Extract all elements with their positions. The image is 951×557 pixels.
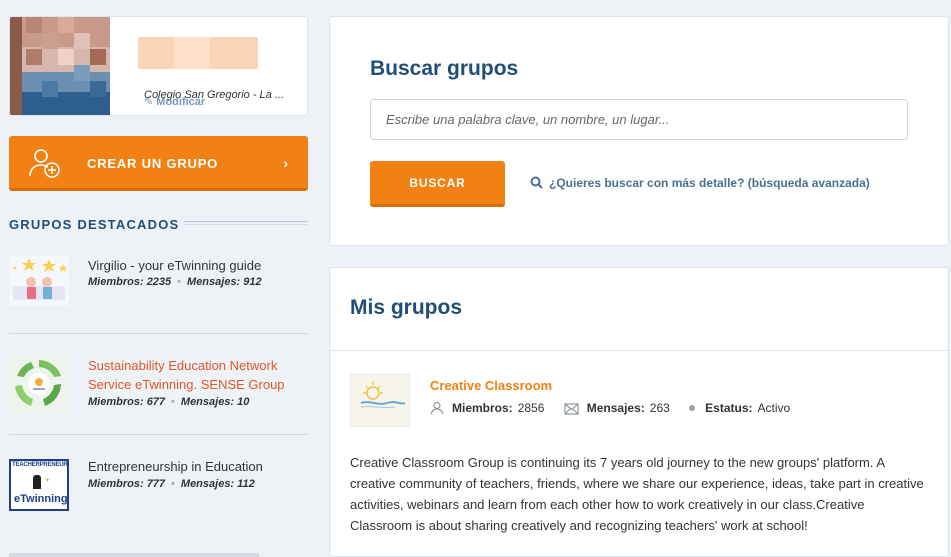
members-label: Miembros: bbox=[88, 478, 144, 490]
group-meta: Miembros: 2856 Mensajes: 263 Estatus: Activ… bbox=[430, 401, 790, 418]
status-dot bbox=[689, 405, 696, 411]
group-description: Creative Classroom Group is continuing i… bbox=[350, 455, 924, 533]
messages-count: 912 bbox=[243, 276, 262, 288]
separator-dot: • bbox=[171, 396, 175, 408]
group-stats: Miembros: 2235 • Mensajes: 912 bbox=[88, 276, 262, 288]
separator-dot: • bbox=[171, 478, 175, 490]
envelope-icon bbox=[564, 403, 579, 418]
chevron-right-icon: › bbox=[283, 155, 288, 171]
members-count: 2235 bbox=[146, 276, 172, 288]
create-group-button[interactable]: CREAR UN GRUPO › bbox=[9, 136, 308, 191]
section-divider bbox=[330, 350, 948, 351]
members-label: Miembros: bbox=[452, 401, 513, 415]
add-group-icon bbox=[27, 146, 63, 185]
advanced-search-label: ¿Quieres buscar con más detalle? (búsque… bbox=[549, 176, 870, 190]
members-label: Miembros: bbox=[88, 276, 144, 288]
search-groups-card: Buscar grupos BUSCAR ¿Quieres buscar con… bbox=[329, 16, 949, 246]
members-label: Miembros: bbox=[88, 396, 144, 408]
user-icon bbox=[430, 401, 444, 418]
messages-count: 112 bbox=[237, 478, 255, 490]
status-label: Estatus: bbox=[705, 401, 753, 415]
list-divider bbox=[9, 434, 308, 435]
search-title: Buscar grupos bbox=[370, 57, 519, 80]
search-input[interactable] bbox=[370, 99, 908, 140]
profile-card: Colegio San Gregorio - La ... ✎ Modifica… bbox=[9, 16, 308, 116]
messages-label: Mensajes: bbox=[586, 401, 645, 415]
featured-groups-heading: GRUPOS DESTACADOS bbox=[9, 217, 180, 232]
status-value: Activo bbox=[757, 401, 791, 415]
figure-icon bbox=[33, 475, 41, 489]
modify-label: Modificar bbox=[156, 96, 206, 108]
heading-divider bbox=[184, 224, 308, 225]
group-name-link[interactable]: Creative Classroom bbox=[430, 378, 552, 393]
messages-label: Mensajes: bbox=[187, 276, 241, 288]
search-button[interactable]: BUSCAR bbox=[370, 161, 505, 207]
members-count: 2856 bbox=[517, 401, 545, 415]
scroll-indicator bbox=[9, 553, 259, 557]
group-thumbnail[interactable]: TEACHERPRENEUR ✦ eTwinning bbox=[9, 459, 69, 511]
advanced-search-link[interactable]: ¿Quieres buscar con más detalle? (búsque… bbox=[530, 176, 870, 192]
members-count: 777 bbox=[146, 478, 166, 490]
group-thumbnail[interactable] bbox=[9, 256, 69, 306]
create-group-label: CREAR UN GRUPO bbox=[87, 156, 219, 171]
messages-label: Mensajes: bbox=[180, 396, 235, 408]
thumb-caption: TEACHERPRENEUR bbox=[12, 462, 68, 468]
my-groups-title: Mis grupos bbox=[350, 296, 463, 319]
bulb-icon: ✦ bbox=[45, 478, 51, 484]
messages-count: 263 bbox=[649, 401, 670, 415]
avatar[interactable] bbox=[10, 17, 110, 115]
group-thumbnail[interactable] bbox=[9, 354, 69, 414]
group-title-link[interactable]: Sustainability Education Network Service… bbox=[88, 356, 303, 394]
group-thumbnail[interactable] bbox=[350, 374, 410, 427]
search-icon bbox=[530, 176, 543, 192]
group-title-link[interactable]: Entrepreneurship in Education bbox=[88, 457, 303, 476]
messages-label: Mensajes: bbox=[180, 478, 235, 490]
list-divider bbox=[9, 333, 308, 334]
heading-divider bbox=[184, 221, 308, 222]
separator-dot: • bbox=[177, 276, 182, 288]
members-count: 677 bbox=[146, 396, 166, 408]
group-title-link[interactable]: Virgilio - your eTwinning guide bbox=[88, 256, 303, 275]
messages-count: 10 bbox=[237, 396, 250, 408]
my-groups-card: Mis grupos Creative Classroom Miembros: 2… bbox=[329, 267, 949, 557]
profile-name bbox=[138, 37, 258, 69]
pencil-icon: ✎ bbox=[144, 96, 157, 108]
thumb-logo: eTwinning bbox=[14, 493, 68, 505]
group-stats: Miembros: 677 • Mensajes: 10 bbox=[88, 396, 249, 408]
group-stats: Miembros: 777 • Mensajes: 112 bbox=[88, 478, 255, 490]
modify-profile-link[interactable]: ✎ Modificar bbox=[144, 95, 205, 108]
